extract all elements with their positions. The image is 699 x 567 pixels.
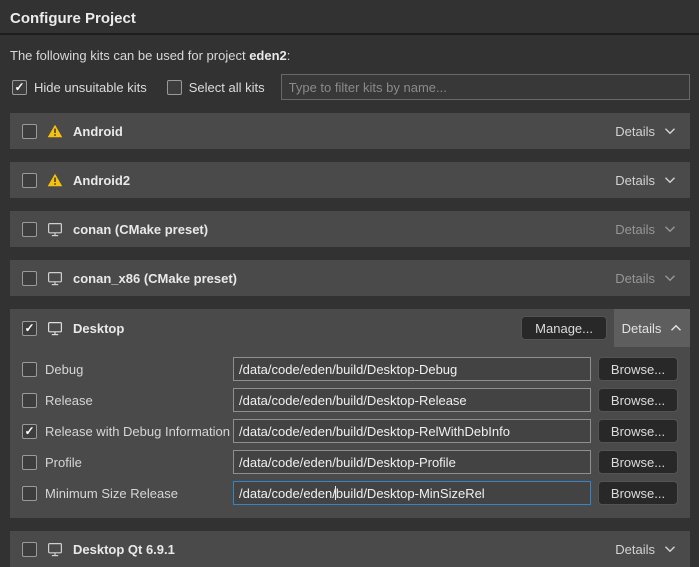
kit-section-desktop: ✓ Desktop Manage... Details Debug Browse…	[10, 309, 690, 518]
desktop-icon	[47, 321, 63, 336]
build-config-row-profile: Profile Browse...	[22, 450, 678, 474]
build-config-label: Debug	[45, 362, 83, 377]
browse-button[interactable]: Browse...	[598, 419, 678, 443]
build-config-checkbox[interactable]	[22, 362, 37, 377]
browse-button[interactable]: Browse...	[598, 357, 678, 381]
chevron-down-icon	[664, 545, 676, 553]
chevron-up-icon	[670, 324, 682, 332]
chevron-down-icon	[664, 225, 676, 233]
kit-name: Android2	[73, 173, 130, 188]
hide-unsuitable-label: Hide unsuitable kits	[34, 80, 147, 95]
warning-icon	[47, 124, 63, 138]
kit-checkbox[interactable]	[22, 542, 37, 557]
details-expander[interactable]: Details	[613, 271, 678, 286]
page-title: Configure Project	[0, 0, 699, 33]
build-config-row-debug: Debug Browse...	[22, 357, 678, 381]
desktop-icon	[47, 271, 63, 286]
browse-button[interactable]: Browse...	[598, 388, 678, 412]
build-config-row-release: Release Browse...	[22, 388, 678, 412]
project-name: eden2	[249, 48, 287, 63]
build-config-checkbox[interactable]: ✓	[22, 424, 37, 439]
checkbox-icon[interactable]: ✓	[12, 80, 27, 95]
details-label: Details	[615, 542, 655, 557]
details-label: Details	[615, 173, 655, 188]
build-dir-input-relwithdebinfo[interactable]	[233, 419, 591, 443]
kit-checkbox[interactable]	[22, 124, 37, 139]
kit-row-conan: conan (CMake preset) Details	[10, 211, 690, 247]
details-expander[interactable]: Details	[613, 124, 678, 139]
manage-kits-button[interactable]: Manage...	[521, 316, 607, 340]
details-label: Details	[622, 321, 662, 336]
chevron-down-icon	[664, 127, 676, 135]
desktop-icon	[47, 222, 63, 237]
kit-name: Android	[73, 124, 123, 139]
details-expander[interactable]: Details	[613, 173, 678, 188]
kit-name: Desktop	[73, 321, 124, 336]
build-config-row-minsizerel: Minimum Size Release Browse...	[22, 481, 678, 505]
kit-checkbox[interactable]	[22, 222, 37, 237]
build-config-label: Release with Debug Information	[45, 424, 230, 439]
checkbox-icon[interactable]	[167, 80, 182, 95]
build-config-checkbox[interactable]	[22, 393, 37, 408]
intro-text: The following kits can be used for proje…	[10, 48, 689, 63]
build-config-label: Profile	[45, 455, 82, 470]
kit-checkbox[interactable]	[22, 271, 37, 286]
kit-checkbox[interactable]	[22, 173, 37, 188]
intro-prefix: The following kits can be used for proje…	[10, 48, 249, 63]
kit-name: conan_x86 (CMake preset)	[73, 271, 237, 286]
build-config-checkbox[interactable]	[22, 455, 37, 470]
kit-row-android2: Android2 Details	[10, 162, 690, 198]
details-label: Details	[615, 124, 655, 139]
select-all-kits-label: Select all kits	[189, 80, 265, 95]
build-dir-input-profile[interactable]	[233, 450, 591, 474]
build-config-row-relwithdebinfo: ✓ Release with Debug Information Browse.…	[22, 419, 678, 443]
warning-icon	[47, 173, 63, 187]
desktop-icon	[47, 542, 63, 557]
kit-checkbox[interactable]: ✓	[22, 321, 37, 336]
build-dir-input-debug[interactable]	[233, 357, 591, 381]
browse-button[interactable]: Browse...	[598, 450, 678, 474]
text-caret	[335, 486, 336, 500]
kit-controls: ✓ Hide unsuitable kits Select all kits	[12, 74, 690, 100]
kit-name: Desktop Qt 6.9.1	[73, 542, 175, 557]
build-config-label: Minimum Size Release	[45, 486, 178, 501]
kit-row-conan-x86: conan_x86 (CMake preset) Details	[10, 260, 690, 296]
build-config-label: Release	[45, 393, 93, 408]
details-label: Details	[615, 271, 655, 286]
build-dir-input-release[interactable]	[233, 388, 591, 412]
title-separator	[0, 33, 699, 35]
build-config-checkbox[interactable]	[22, 486, 37, 501]
configure-project-page: Configure Project The following kits can…	[0, 0, 699, 562]
kit-name: conan (CMake preset)	[73, 222, 208, 237]
select-all-kits-checkbox[interactable]: Select all kits	[167, 80, 265, 95]
browse-button[interactable]: Browse...	[598, 481, 678, 505]
hide-unsuitable-checkbox[interactable]: ✓ Hide unsuitable kits	[12, 80, 147, 95]
details-expander[interactable]: Details	[613, 542, 678, 557]
details-label: Details	[615, 222, 655, 237]
details-expander[interactable]: Details	[613, 222, 678, 237]
kit-filter-input[interactable]	[281, 74, 690, 100]
chevron-down-icon	[664, 176, 676, 184]
build-dir-input-minsizerel[interactable]	[233, 481, 591, 505]
kit-row-android: Android Details	[10, 113, 690, 149]
chevron-down-icon	[664, 274, 676, 282]
intro-suffix: :	[287, 48, 291, 63]
details-expander-expanded[interactable]: Details	[614, 309, 690, 347]
